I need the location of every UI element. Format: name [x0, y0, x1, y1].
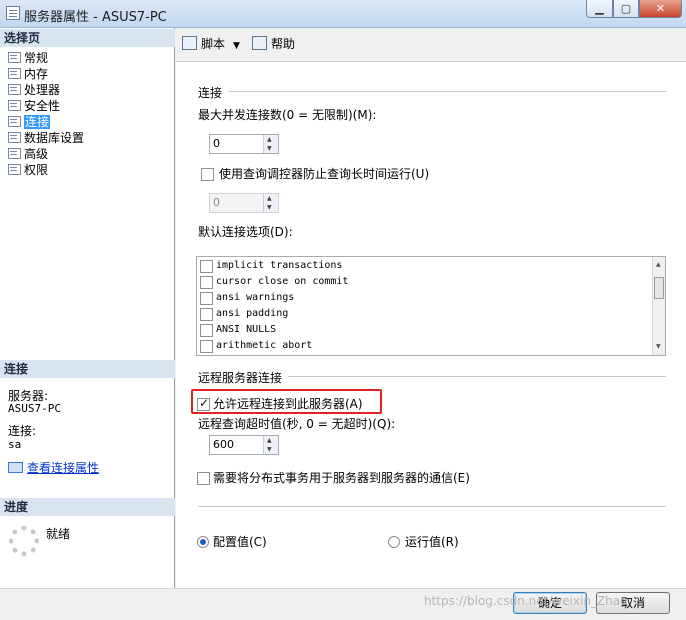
- allow-remote-label: 允许远程连接到此服务器(A): [213, 397, 363, 411]
- select-page-header: 选择页: [0, 29, 175, 47]
- help-button[interactable]: 帮助: [252, 36, 295, 52]
- divider: [288, 376, 666, 377]
- connection-properties-icon: [8, 462, 23, 473]
- default-options-list[interactable]: implicit transactions cursor close on co…: [196, 256, 666, 356]
- stepper-arrows: ▲ ▼: [263, 194, 278, 212]
- sidebar-item-permissions[interactable]: 权限: [8, 162, 48, 178]
- allow-remote-checkbox[interactable]: [197, 396, 210, 411]
- scroll-up-icon[interactable]: ▲: [656, 261, 661, 268]
- progress-status: 就绪: [46, 527, 71, 541]
- remote-group-title: 远程服务器连接: [198, 371, 283, 385]
- option-checkbox[interactable]: [200, 276, 213, 289]
- page-icon: [8, 100, 21, 111]
- progress-header: 进度: [0, 498, 175, 516]
- sidebar-item-database-settings[interactable]: 数据库设置: [8, 130, 84, 146]
- option-checkbox[interactable]: [200, 340, 213, 353]
- running-values-radio[interactable]: [388, 536, 400, 548]
- page-icon: [8, 132, 21, 143]
- page-icon: [8, 148, 21, 159]
- sidebar-item-advanced[interactable]: 高级: [8, 146, 48, 162]
- minimize-icon[interactable]: ▁: [586, 0, 613, 18]
- query-governor-label: 使用查询调控器防止查询长时间运行(U): [219, 167, 430, 181]
- page-icon: [8, 116, 21, 127]
- scroll-down-icon[interactable]: ▼: [656, 343, 661, 350]
- sidebar-item-security[interactable]: 安全性: [8, 98, 60, 114]
- option-checkbox[interactable]: [200, 308, 213, 321]
- divider: [198, 506, 666, 507]
- view-connection-properties-link[interactable]: 查看连接属性: [8, 459, 99, 476]
- option-checkbox[interactable]: [200, 324, 213, 337]
- remote-timeout-label: 远程查询超时值(秒, 0 = 无超时)(Q):: [198, 417, 396, 431]
- maximize-icon[interactable]: ▢: [613, 0, 639, 18]
- max-connections-stepper[interactable]: 0 ▲ ▼: [209, 134, 279, 154]
- script-icon: [182, 36, 197, 50]
- remote-timeout-stepper[interactable]: 600 ▲ ▼: [209, 435, 279, 455]
- max-connections-label: 最大并发连接数(0 = 无限制)(M):: [198, 108, 377, 122]
- sidebar-item-processors[interactable]: 处理器: [8, 82, 60, 98]
- running-values-label: 运行值(R): [405, 535, 459, 549]
- stepper-arrows[interactable]: ▲ ▼: [263, 135, 278, 153]
- page-icon: [8, 52, 21, 63]
- watermark: https://blog.csdn.net/weixin_Zhao: [424, 594, 628, 608]
- close-icon[interactable]: ✕: [639, 0, 682, 18]
- default-options-label: 默认连接选项(D):: [198, 225, 293, 239]
- scroll-thumb[interactable]: [654, 277, 664, 299]
- window-title: 服务器属性 - ASUS7-PC: [24, 10, 167, 25]
- sidebar-item-memory[interactable]: 内存: [8, 66, 48, 82]
- stepper-arrows[interactable]: ▲ ▼: [263, 436, 278, 454]
- help-icon: [252, 36, 267, 50]
- chevron-down-icon[interactable]: ▼: [233, 41, 240, 51]
- progress-spinner-icon: [9, 526, 39, 556]
- page-icon: [8, 164, 21, 175]
- connection-label: 连接:: [8, 424, 37, 438]
- window-icon: [6, 6, 20, 20]
- option-checkbox[interactable]: [200, 292, 213, 305]
- option-checkbox[interactable]: [200, 260, 213, 273]
- page-icon: [8, 84, 21, 95]
- distributed-transactions-label: 需要将分布式事务用于服务器到服务器的通信(E): [213, 471, 470, 485]
- connection-value: sa: [8, 438, 22, 451]
- configured-values-label: 配置值(C): [213, 535, 267, 549]
- options-scrollbar[interactable]: ▲ ▼: [652, 257, 665, 355]
- script-button[interactable]: 脚本 ▼: [182, 36, 240, 54]
- distributed-transactions-checkbox[interactable]: [197, 472, 210, 485]
- page-icon: [8, 68, 21, 79]
- configured-values-radio[interactable]: [197, 536, 209, 548]
- divider: [228, 91, 666, 92]
- sidebar-item-connections[interactable]: 连接: [8, 114, 51, 130]
- query-governor-checkbox[interactable]: [201, 168, 214, 181]
- query-governor-stepper: 0 ▲ ▼: [209, 193, 279, 213]
- sidebar-item-general[interactable]: 常规: [8, 50, 48, 66]
- connections-group-title: 连接: [198, 86, 223, 100]
- connection-header: 连接: [0, 360, 175, 378]
- server-value: ASUS7-PC: [8, 402, 61, 415]
